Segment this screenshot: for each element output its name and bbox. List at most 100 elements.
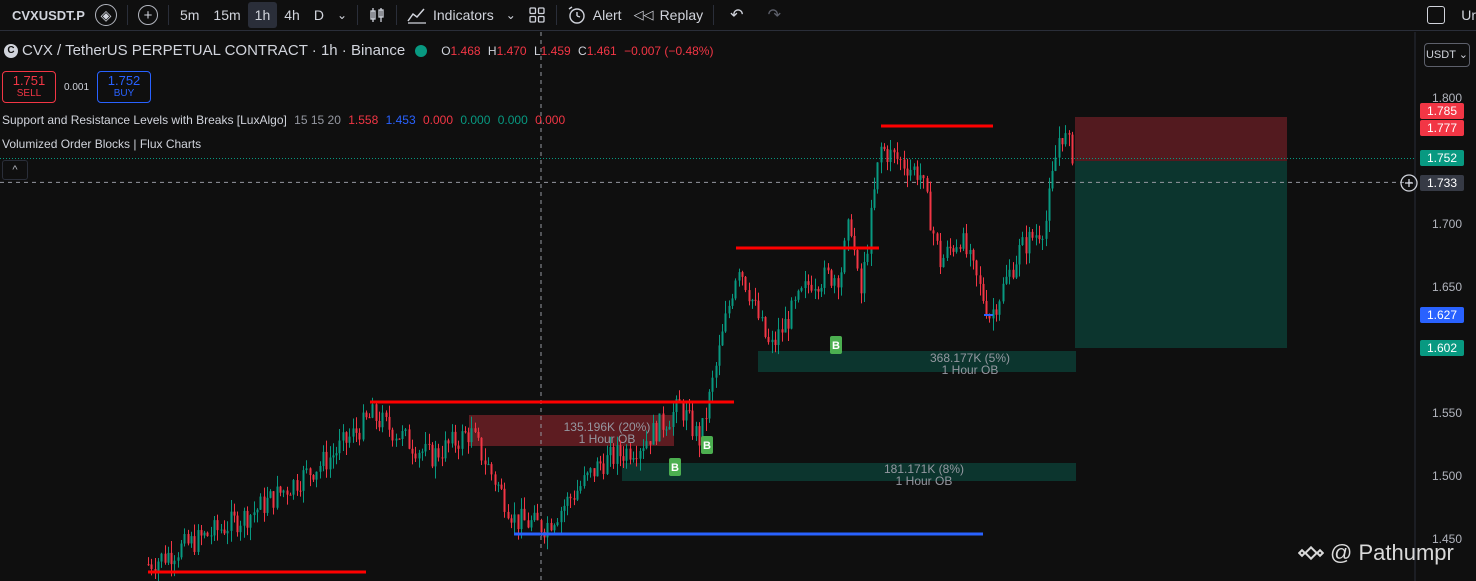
redo-button[interactable]: ↷	[756, 0, 793, 31]
candle-body	[1015, 264, 1018, 278]
candle-body	[230, 511, 233, 531]
candle-body	[315, 471, 318, 480]
candle-body	[173, 560, 176, 565]
candle-body	[263, 496, 266, 513]
candle-body	[289, 494, 292, 496]
candle-body	[995, 309, 998, 315]
square-icon	[1427, 6, 1446, 24]
candle-body	[965, 233, 968, 255]
compare-symbol-icon[interactable]: ◈	[94, 4, 117, 26]
watermark-text: @ Pathumpr	[1330, 540, 1454, 565]
chart-legend: C CVX / TetherUS PERPETUAL CONTRACT · 1h…	[0, 42, 713, 59]
sell-button[interactable]: 1.751 SELL	[2, 71, 56, 103]
candle-body	[903, 159, 906, 169]
candle-body	[748, 290, 751, 302]
replay-button[interactable]: ◁◁ Replay	[628, 0, 710, 31]
timeframe-dropdown-button[interactable]: ⌄	[331, 0, 353, 31]
candle-body	[830, 270, 833, 286]
timeframe-d[interactable]: D	[307, 0, 331, 31]
indicators-dropdown-button[interactable]: ⌄	[500, 0, 522, 31]
candle-body	[190, 536, 193, 544]
indicator-sr-legend[interactable]: Support and Resistance Levels with Break…	[2, 113, 565, 127]
collapse-legend-button[interactable]: ^	[2, 160, 28, 180]
price-axis-tick: 1.500	[1432, 469, 1462, 483]
fullscreen-checkbox[interactable]	[1415, 0, 1457, 31]
candle-body	[286, 490, 289, 495]
indicators-button[interactable]: Indicators	[401, 0, 500, 31]
candle-body	[388, 416, 391, 430]
price-label-text: 1.602	[1427, 341, 1457, 355]
candle-body	[375, 404, 378, 421]
candle-body	[896, 152, 899, 160]
candle-body	[210, 535, 213, 537]
breakout-marker-label: B	[832, 340, 840, 352]
timeframe-5m[interactable]: 5m	[173, 0, 206, 31]
symbol-name[interactable]: CVXUSDT.P	[6, 3, 91, 27]
rewind-icon: ◁◁	[633, 7, 654, 22]
candle-body	[1068, 133, 1071, 135]
chevron-down-icon: ⌄	[505, 8, 516, 22]
candle-body	[276, 486, 279, 508]
candle-body	[685, 410, 688, 421]
candle-body	[553, 525, 556, 531]
undo-button[interactable]: ↶	[718, 0, 755, 31]
candle-body	[889, 149, 892, 163]
candle-body	[246, 510, 249, 528]
layouts-button[interactable]	[522, 0, 552, 31]
candle-body	[355, 428, 358, 433]
candle-body	[216, 520, 219, 531]
order-block-label: 1 Hour OB	[579, 432, 636, 446]
candle-body	[609, 446, 612, 456]
alert-button[interactable]: Alert	[561, 0, 628, 31]
candle-body	[810, 284, 813, 291]
order-block-box	[622, 463, 1076, 481]
replay-label: Replay	[659, 7, 704, 23]
position-target-zone[interactable]	[1075, 161, 1287, 348]
candle-body	[444, 440, 447, 459]
toolbar-right-text[interactable]: Ur	[1457, 0, 1476, 31]
candle-body	[899, 159, 902, 161]
symbol-search[interactable]: CVXUSDT.P ◈	[0, 0, 123, 31]
candle-body	[421, 451, 424, 453]
candle-body	[371, 404, 374, 418]
candle-body	[731, 298, 734, 306]
candle-body	[790, 300, 793, 329]
candle-body	[292, 480, 295, 495]
candle-body	[319, 465, 322, 472]
candle-body	[183, 534, 186, 544]
indicator-ob-legend[interactable]: Volumized Order Blocks | Flux Charts	[2, 137, 201, 151]
currency-select[interactable]: USDT ⌄	[1424, 43, 1470, 67]
high-value: 1.470	[496, 43, 527, 58]
position-stop-zone[interactable]	[1075, 117, 1287, 161]
candle-body	[437, 448, 440, 458]
add-symbol-button[interactable]: +	[132, 0, 164, 31]
candle-body	[269, 491, 272, 498]
chart-type-button[interactable]	[362, 0, 392, 31]
candle-body	[391, 429, 394, 441]
candle-body	[533, 512, 536, 521]
buy-button[interactable]: 1.752 BUY	[97, 71, 152, 103]
candle-body	[979, 275, 982, 284]
candle-body	[652, 423, 655, 445]
candle-body	[1064, 133, 1067, 145]
candle-body	[688, 410, 691, 412]
candle-body	[850, 219, 853, 236]
order-block-label: 1 Hour OB	[942, 363, 999, 377]
price-label-text: 1.733	[1427, 176, 1457, 190]
candle-body	[206, 532, 209, 537]
candle-body	[418, 452, 421, 459]
timeframe-1h[interactable]: 1h	[247, 2, 278, 28]
indicator-value-support: 1.453	[385, 113, 416, 127]
timeframe-4h[interactable]: 4h	[277, 0, 307, 31]
candle-body	[622, 456, 625, 461]
candle-body	[959, 247, 962, 249]
candle-body	[1008, 269, 1011, 277]
candle-body	[804, 281, 807, 289]
timeframe-15m[interactable]: 15m	[206, 0, 247, 31]
candle-body	[431, 444, 434, 467]
candle-body	[886, 149, 889, 163]
candle-body	[157, 561, 160, 572]
candle-body	[691, 410, 694, 437]
low-value: 1.459	[540, 43, 571, 58]
divider	[713, 5, 715, 25]
